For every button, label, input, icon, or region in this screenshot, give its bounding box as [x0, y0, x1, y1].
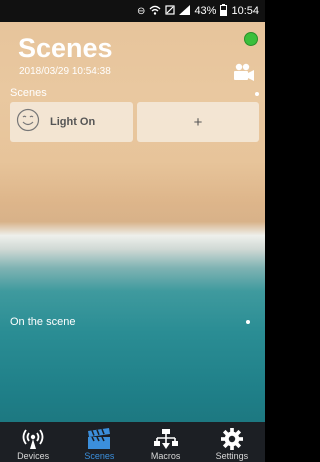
- nfc-icon: [165, 4, 176, 18]
- tab-settings[interactable]: Settings: [199, 422, 265, 462]
- smiley-icon: [16, 108, 40, 137]
- camera-icon[interactable]: [233, 63, 255, 88]
- status-bar: ⊖ 43% 10:54: [0, 0, 265, 22]
- connection-status-dot: [244, 32, 258, 46]
- page-title: Scenes: [18, 33, 113, 63]
- tab-devices[interactable]: Devices: [0, 422, 66, 462]
- wifi-icon: [149, 5, 161, 18]
- signal-icon: [179, 4, 191, 18]
- tab-settings-label: Settings: [215, 451, 249, 461]
- tab-scenes[interactable]: Scenes: [66, 422, 132, 462]
- dnd-icon: ⊖: [137, 5, 146, 17]
- section-dot: [255, 92, 259, 96]
- scenes-screen: ⊖ 43% 10:54 Scenes 2018/03/29 10:54:38 S…: [0, 0, 265, 462]
- scene-card-light-on[interactable]: Light On: [10, 102, 133, 142]
- wireless-icon: [22, 429, 44, 449]
- macros-icon: [153, 429, 178, 449]
- on-the-scene-label: On the scene: [10, 316, 76, 328]
- page-datetime: 2018/03/29 10:54:38: [19, 66, 111, 77]
- battery-icon: [220, 3, 228, 19]
- clapperboard-icon: [88, 428, 111, 449]
- status-time: 10:54: [231, 5, 259, 17]
- on-scene-dot: [246, 320, 250, 324]
- tab-macros-label: Macros: [150, 451, 181, 461]
- tab-devices-label: Devices: [17, 451, 50, 461]
- add-scene-label: +: [193, 113, 203, 131]
- gear-icon: [220, 428, 243, 450]
- tab-scenes-label: Scenes: [84, 451, 115, 461]
- add-scene-button[interactable]: +: [137, 102, 259, 142]
- battery-percent: 43%: [194, 5, 217, 17]
- scenes-section-label: Scenes: [10, 87, 47, 99]
- bottom-nav: Devices Scenes Macros Settings: [0, 422, 265, 462]
- scene-card-label: Light On: [50, 116, 96, 128]
- tab-macros[interactable]: Macros: [133, 422, 199, 462]
